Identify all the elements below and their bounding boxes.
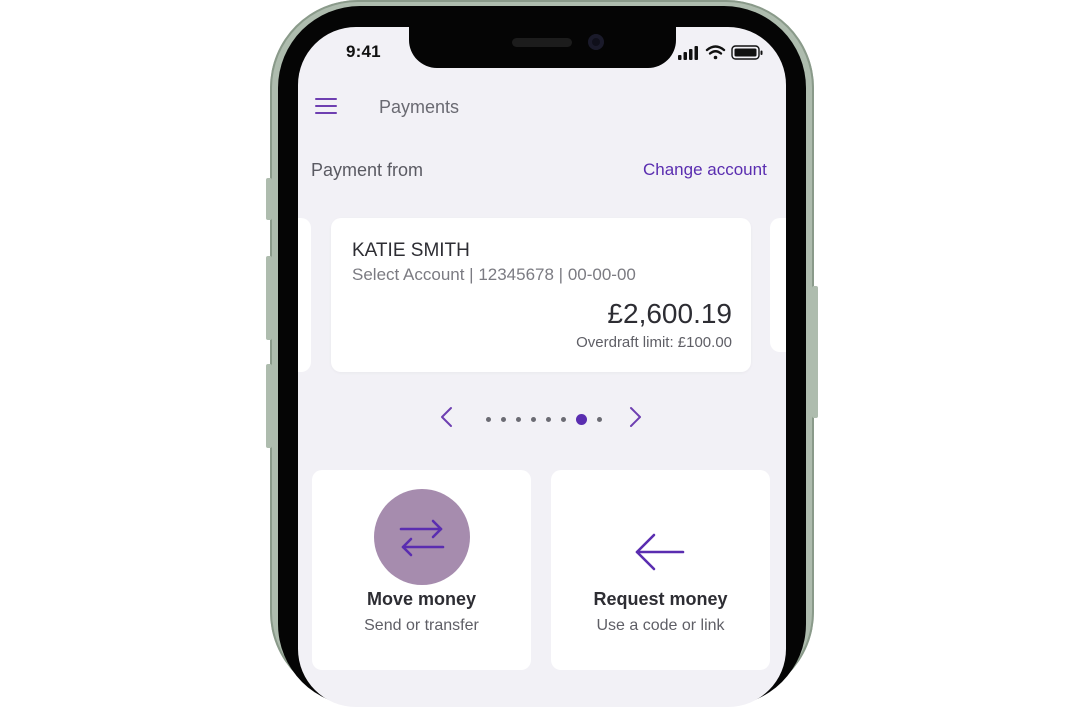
move-money-icon-background [374, 489, 470, 585]
change-account-link[interactable]: Change account [643, 160, 767, 180]
carousel-pagination [486, 413, 612, 425]
account-balance: £2,600.19 [607, 298, 732, 329]
phone-side-button [266, 178, 272, 220]
carousel-dot[interactable] [597, 416, 602, 422]
account-card[interactable]: KATIE SMITH Select Account | 12345678 | … [331, 218, 751, 372]
request-money-button[interactable]: Request money Use a code or link [551, 470, 770, 670]
account-details: Select Account | 12345678 | 00-00-00 [352, 265, 636, 284]
phone-side-button [266, 364, 272, 448]
next-account-card[interactable] [770, 218, 786, 352]
swap-arrows-icon [399, 519, 445, 557]
status-time: 9:41 [346, 42, 381, 61]
carousel-dot[interactable] [546, 416, 551, 422]
battery-icon [731, 45, 763, 60]
carousel-dot[interactable] [501, 416, 506, 422]
front-camera [588, 34, 604, 50]
carousel-dot[interactable] [486, 416, 491, 422]
payment-from-label: Payment from [311, 160, 424, 180]
hamburger-menu-icon[interactable] [315, 98, 337, 116]
overdraft-limit: Overdraft limit: £100.00 [576, 334, 732, 351]
chevron-right-icon[interactable] [625, 405, 645, 429]
request-money-title: Request money [593, 589, 728, 609]
previous-account-card[interactable] [298, 218, 311, 372]
account-holder-name: KATIE SMITH [352, 240, 470, 261]
request-money-subtitle: Use a code or link [596, 617, 725, 634]
arrow-left-icon [635, 533, 685, 571]
cellular-signal-icon [678, 46, 698, 60]
carousel-dot-active[interactable] [576, 413, 587, 425]
carousel-dot[interactable] [516, 416, 521, 422]
move-money-subtitle: Send or transfer [364, 617, 479, 634]
phone-side-button [812, 286, 818, 418]
carousel-dot[interactable] [531, 416, 536, 422]
wifi-icon [705, 45, 726, 60]
status-icons [677, 42, 765, 62]
speaker-grille [512, 38, 572, 47]
move-money-title: Move money [366, 589, 477, 609]
carousel-dot[interactable] [561, 416, 566, 422]
phone-side-button [266, 256, 272, 340]
move-money-button[interactable]: Move money Send or transfer [312, 470, 531, 670]
chevron-left-icon[interactable] [437, 405, 457, 429]
page-title: Payments [379, 97, 460, 117]
